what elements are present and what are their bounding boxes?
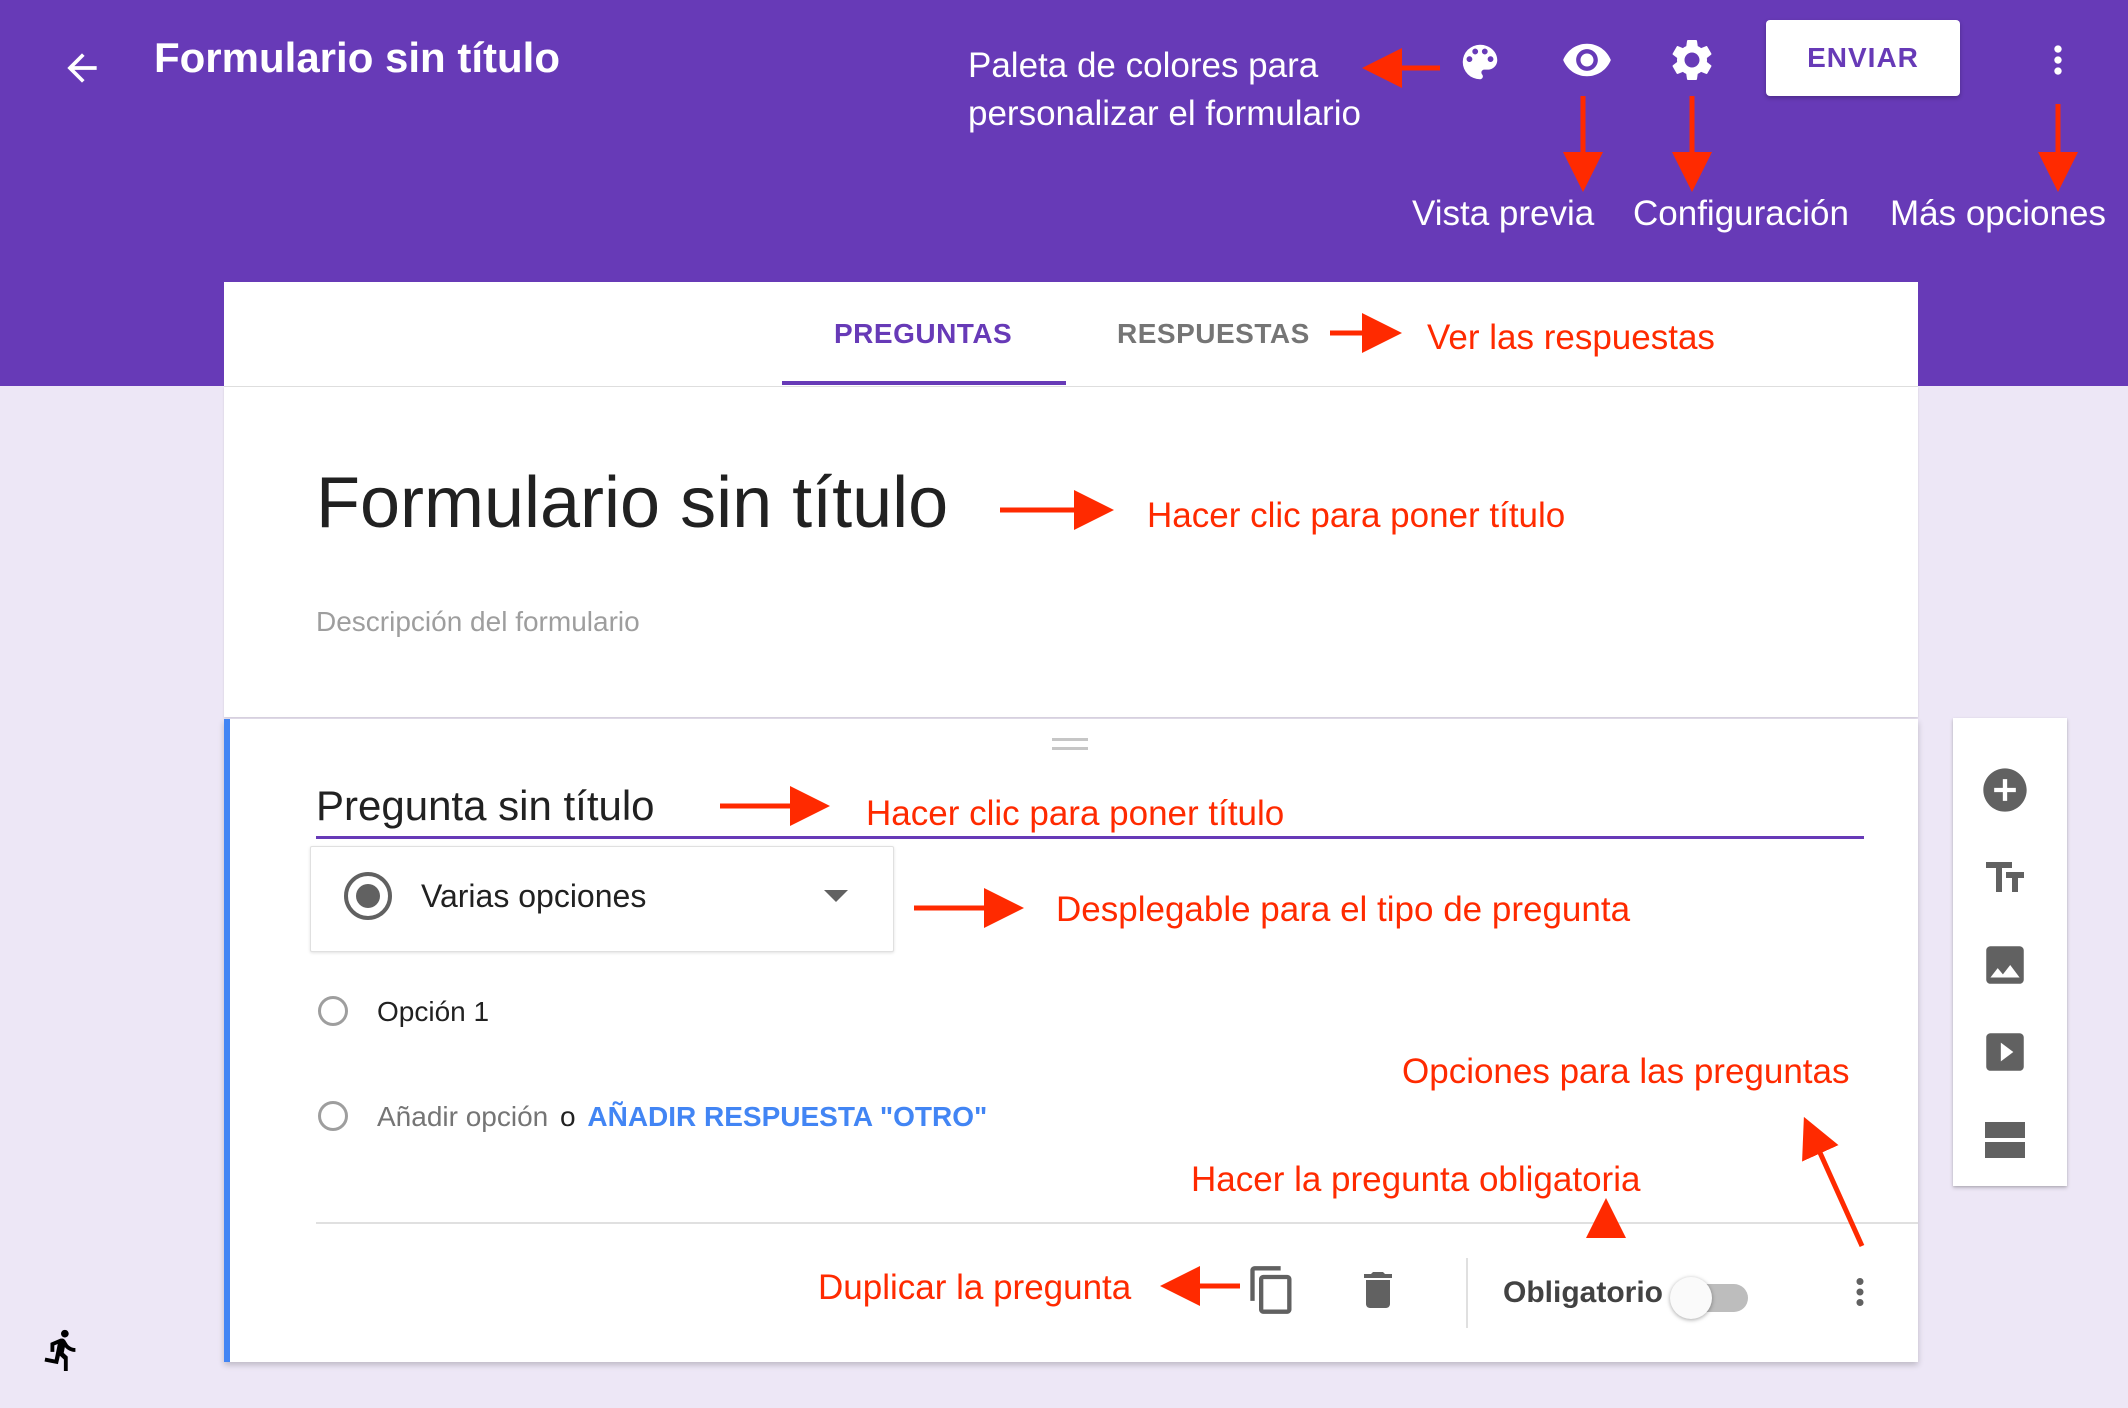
palette-annotation-line1: Paleta de colores para — [968, 46, 1319, 85]
duplicate-annotation: Duplicar la pregunta — [818, 1268, 1132, 1307]
send-label: ENVIAR — [1807, 42, 1919, 73]
required-label: Obligatorio — [1503, 1276, 1663, 1309]
tab-questions[interactable]: PREGUNTAS — [834, 318, 1012, 350]
required-toggle[interactable] — [1670, 1277, 1752, 1319]
add-image-button[interactable] — [1975, 935, 2035, 995]
back-button[interactable] — [52, 38, 112, 98]
radio-type-icon-dot — [356, 884, 380, 908]
or-text: o — [560, 1101, 576, 1132]
settings-annotation: Configuración — [1633, 194, 1849, 233]
form-description-field[interactable]: Descripción del formulario — [316, 606, 640, 638]
send-button[interactable]: ENVIAR — [1766, 20, 1960, 96]
radio-type-icon — [344, 872, 392, 920]
footer-separator — [1466, 1258, 1468, 1328]
preview-annotation: Vista previa — [1412, 194, 1595, 233]
add-question-button[interactable] — [1975, 760, 2035, 820]
settings-button[interactable] — [1660, 28, 1724, 92]
question-title-underline — [316, 836, 1864, 839]
tab-questions-indicator — [782, 381, 1066, 385]
question-focus-bar — [224, 719, 230, 1362]
trash-icon — [1364, 1272, 1392, 1308]
question-title[interactable]: Pregunta sin título — [316, 782, 655, 830]
chevron-down-icon — [824, 890, 848, 902]
option1-radio[interactable] — [318, 996, 348, 1026]
title-text-icon — [1986, 862, 2024, 892]
palette-icon — [1462, 44, 1498, 80]
add-section-button[interactable] — [1975, 1110, 2035, 1170]
gear-icon — [1672, 39, 1712, 80]
responses-annotation: Ver las respuestas — [1427, 318, 1715, 357]
more-vert-icon — [2054, 45, 2062, 75]
add-option-row: Añadir opción o AÑADIR RESPUESTA "OTRO" — [377, 1101, 987, 1133]
more-vert-icon — [1856, 1278, 1864, 1306]
add-video-button[interactable] — [1975, 1022, 2035, 1082]
image-icon — [1986, 946, 2024, 984]
add-option-link[interactable]: Añadir opción — [377, 1101, 548, 1132]
question-footer-divider — [316, 1222, 1918, 1224]
delete-button[interactable] — [1348, 1260, 1408, 1320]
video-icon — [1986, 1033, 2024, 1071]
runner-icon — [44, 1329, 76, 1372]
tab-responses[interactable]: RESPUESTAS — [1117, 318, 1310, 350]
form-header-card — [224, 387, 1918, 717]
form-title[interactable]: Formulario sin título — [316, 462, 948, 544]
add-question-icon — [1983, 768, 2027, 812]
duplicate-button[interactable] — [1242, 1260, 1302, 1320]
runner-button[interactable] — [34, 1322, 90, 1378]
section-icon — [1985, 1122, 2025, 1158]
copy-icon — [1250, 1266, 1292, 1314]
add-other-link[interactable]: AÑADIR RESPUESTA "OTRO" — [587, 1101, 987, 1132]
more-options-annotation: Más opciones — [1890, 194, 2106, 233]
question-title-annotation: Hacer clic para poner título — [866, 794, 1285, 833]
drag-handle-icon[interactable] — [1052, 738, 1088, 750]
palette-annotation-line2: personalizar el formulario — [968, 94, 1361, 133]
question-type-label: Varias opciones — [421, 878, 647, 914]
header-title: Formulario sin título — [154, 34, 560, 81]
add-title-button[interactable] — [1975, 848, 2035, 908]
question-more-button[interactable] — [1830, 1262, 1890, 1322]
arrow-back-icon — [67, 53, 97, 83]
preview-button[interactable] — [1555, 28, 1619, 92]
required-annotation: Hacer la pregunta obligatoria — [1191, 1160, 1641, 1199]
option1-label[interactable]: Opción 1 — [377, 996, 489, 1028]
palette-button[interactable] — [1450, 32, 1510, 92]
eye-icon — [1563, 43, 1611, 77]
add-option-radio — [318, 1101, 348, 1131]
form-title-annotation: Hacer clic para poner título — [1147, 496, 1566, 535]
required-toggle-thumb — [1670, 1277, 1712, 1319]
question-options-annotation: Opciones para las preguntas — [1402, 1052, 1850, 1091]
question-type-annotation: Desplegable para el tipo de pregunta — [1056, 890, 1631, 929]
more-options-button[interactable] — [2028, 30, 2088, 90]
